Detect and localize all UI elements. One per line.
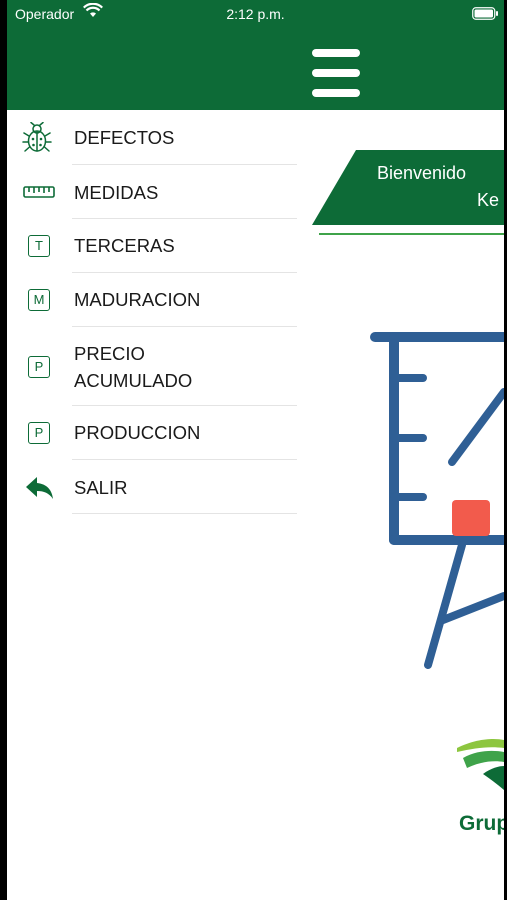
user-name: Ke [477, 190, 500, 210]
back-arrow-icon [26, 477, 53, 499]
menu-item-label: MEDIDAS [74, 182, 159, 203]
welcome-banner [312, 150, 504, 225]
app-header: Operador 2:12 p.m. [7, 0, 504, 110]
menu-item-label: SALIR [74, 477, 128, 498]
letter-t-icon: T [28, 235, 50, 257]
menu-item-label: DEFECTOS [74, 127, 175, 148]
menu-item-terceras[interactable]: T TERCERAS [7, 219, 297, 273]
menu-divider [72, 513, 297, 514]
hamburger-menu-icon[interactable] [307, 45, 361, 101]
letter-m-icon: M [28, 289, 50, 311]
letter-p-icon: P [28, 422, 50, 444]
presentation-board-illustration [370, 332, 504, 669]
welcome-underline [319, 233, 504, 235]
menu-item-defectos[interactable]: DEFECTOS [7, 110, 297, 165]
menu-item-maduracion[interactable]: M MADURACION [7, 273, 297, 327]
letter-p-icon: P [28, 356, 50, 378]
brand-name: Grup [459, 812, 504, 835]
menu-item-precio-acumulado[interactable]: P PRECIO ACUMULADO [7, 327, 297, 406]
battery-icon [472, 7, 498, 20]
menu-item-label: TERCERAS [74, 235, 175, 256]
status-bar: Operador 2:12 p.m. [7, 0, 504, 28]
menu-item-label-line2: ACUMULADO [74, 370, 193, 391]
app-screen: Operador 2:12 p.m. Bienvenido Ke Grup DE… [7, 0, 504, 900]
menu-item-label: PRECIO [74, 343, 145, 364]
welcome-text: Bienvenido [377, 163, 467, 183]
brand-logo-icon [457, 738, 504, 790]
status-time: 2:12 p.m. [226, 6, 285, 22]
menu-item-label: PRODUCCION [74, 422, 201, 443]
menu-item-salir[interactable]: SALIR [7, 460, 297, 514]
menu-item-produccion[interactable]: P PRODUCCION [7, 406, 297, 460]
menu-item-label: MADURACION [74, 289, 201, 310]
navigation-drawer: DEFECTOS MEDIDAS T TERCERAS M MADURACION… [7, 110, 297, 900]
menu-item-medidas[interactable]: MEDIDAS [7, 165, 297, 219]
ruler-icon [23, 186, 55, 198]
bug-icon [22, 122, 52, 152]
